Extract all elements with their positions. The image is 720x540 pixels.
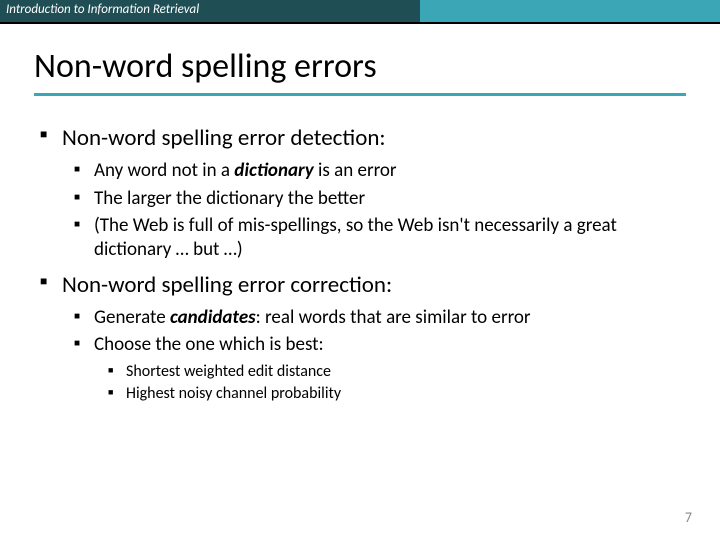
bullet-detection: Non-word spelling error detection: Any w… <box>40 124 680 263</box>
text-fragment: is an error <box>314 159 397 182</box>
sub-sub-list: Shortest weighted edit distance Highest … <box>108 362 680 405</box>
list-item: Generate candidates: real words that are… <box>74 306 680 330</box>
emphasis-dictionary: dictionary <box>234 159 313 182</box>
course-title: Introduction to Information Retrieval <box>0 0 420 22</box>
list-item: Any word not in a dictionary is an error <box>74 159 680 183</box>
bullet-correction: Non-word spelling error correction: Gene… <box>40 271 680 405</box>
list-item: Shortest weighted edit distance <box>108 362 680 382</box>
text-fragment: Generate <box>94 306 170 329</box>
bullet-list: Non-word spelling error detection: Any w… <box>40 124 680 405</box>
sub-list: Generate candidates: real words that are… <box>74 306 680 405</box>
list-item: The larger the dictionary the better <box>74 187 680 211</box>
slide: Introduction to Information Retrieval No… <box>0 0 720 540</box>
title-underline <box>34 93 686 96</box>
bullet-text: Non-word spelling error detection: <box>62 124 386 152</box>
sub-list: Any word not in a dictionary is an error… <box>74 159 680 262</box>
page-number: 7 <box>685 509 692 526</box>
text-fragment: : real words that are similar to error <box>256 306 531 329</box>
bullet-text: Non-word spelling error correction: <box>62 271 392 299</box>
text-fragment: Choose the one which is best: <box>94 333 324 356</box>
header-accent <box>420 0 720 22</box>
slide-body: Non-word spelling error detection: Any w… <box>0 106 720 405</box>
header-bar: Introduction to Information Retrieval <box>0 0 720 22</box>
slide-title: Non-word spelling errors <box>34 46 686 87</box>
list-item: Choose the one which is best: Shortest w… <box>74 333 680 404</box>
list-item: Highest noisy channel probability <box>108 384 680 404</box>
title-area: Non-word spelling errors <box>0 24 720 106</box>
list-item: (The Web is full of mis-spellings, so th… <box>74 214 680 263</box>
emphasis-candidates: candidates <box>170 306 256 329</box>
text-fragment: Any word not in a <box>94 159 234 182</box>
